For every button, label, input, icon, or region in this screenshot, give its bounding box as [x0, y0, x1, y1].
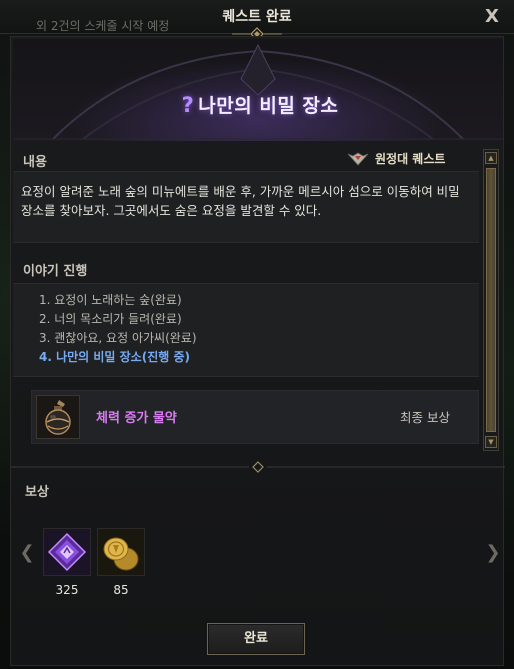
- final-reward-name: 체력 증가 물약: [96, 411, 177, 426]
- potion-bottle-icon[interactable]: [36, 395, 80, 439]
- scroll-thumb[interactable]: [486, 168, 496, 432]
- story-item: 1. 요정이 노래하는 숲(완료): [39, 293, 182, 307]
- scroll-up-button[interactable]: ▲: [485, 152, 497, 164]
- prev-reward-arrow-icon[interactable]: ❮: [17, 542, 37, 563]
- quest-type: 원정대 퀘스트: [347, 150, 445, 167]
- story-item-active: 4. 나만의 비밀 장소(진행 중): [39, 350, 190, 364]
- reward-slot[interactable]: [43, 528, 91, 576]
- quest-complete-dialog: ? 나만의 비밀 장소 내용 원정대 퀘스트 요정이 알려준 노래 숲의 미뉴에트…: [10, 36, 505, 666]
- story-progress-list: 1. 요정이 노래하는 숲(완료) 2. 너의 목소리가 들려(완료) 3. 괜…: [13, 283, 479, 377]
- content-heading: 내용: [23, 155, 47, 170]
- banner-decoration-icon: [13, 43, 503, 140]
- window-title: 퀘스트 완료: [222, 9, 292, 25]
- quest-type-label: 원정대 퀘스트: [375, 152, 446, 166]
- story-item: 3. 괜찮아요, 요정 아가씨(완료): [39, 331, 197, 345]
- quest-banner: ? 나만의 비밀 장소: [13, 39, 503, 141]
- section-divider: [11, 461, 505, 473]
- quest-title-text: 나만의 비밀 장소: [198, 95, 339, 117]
- story-heading: 이야기 진행: [23, 264, 88, 279]
- reward-heading: 보상: [25, 485, 49, 500]
- question-mark-icon: ?: [181, 93, 195, 117]
- scroll-down-button[interactable]: ▼: [485, 436, 497, 448]
- next-reward-arrow-icon[interactable]: ❯: [483, 542, 503, 563]
- story-item: 2. 너의 목소리가 들려(완료): [39, 312, 182, 326]
- reward-slot[interactable]: [97, 528, 145, 576]
- scrollbar[interactable]: ▲ ▼: [483, 149, 499, 451]
- reward-count: 325: [55, 583, 79, 597]
- quest-description: 요정이 알려준 노래 숲의 미뉴에트를 배운 후, 가까운 메르시아 섬으로 이…: [13, 171, 479, 243]
- final-reward-row[interactable]: 체력 증가 물약 최종 보상: [31, 390, 479, 444]
- complete-button[interactable]: 완료: [207, 623, 305, 655]
- reward-count: 85: [113, 583, 129, 597]
- title-bar: 외 2건의 스케줄 시작 예정 퀘스트 완료 X: [0, 0, 514, 41]
- final-reward-tag: 최종 보상: [400, 410, 450, 425]
- quest-title: ? 나만의 비밀 장소: [13, 91, 507, 118]
- expedition-emblem-icon: [347, 152, 369, 166]
- gold-coins-icon: [98, 529, 144, 575]
- close-button[interactable]: X: [480, 5, 504, 29]
- purple-crystal-icon: [44, 529, 90, 575]
